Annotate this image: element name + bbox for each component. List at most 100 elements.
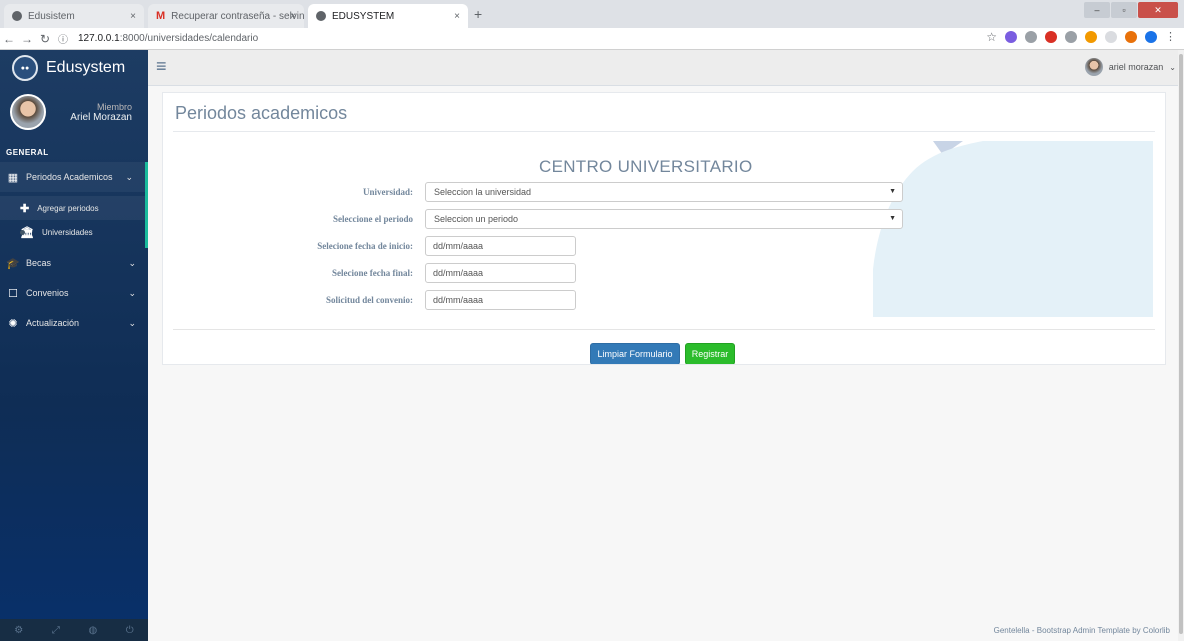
- sidebar-subitem-label: Universidades: [41, 227, 93, 237]
- tab-title: EDUSYSTEM: [332, 10, 395, 22]
- extension-icon[interactable]: [1025, 31, 1037, 43]
- caret-down-icon: ▼: [889, 188, 896, 195]
- graduation-cap-icon: 🎓: [6, 257, 20, 270]
- section-title: GENERAL: [6, 148, 49, 157]
- close-icon[interactable]: ×: [290, 11, 296, 22]
- sidebar-subitem-agregar[interactable]: ✚ Agregar periodos: [0, 196, 145, 220]
- browser-tab[interactable]: M Recuperar contraseña - selvinm ×: [148, 4, 304, 28]
- chevron-down-icon: ⌄: [1169, 62, 1176, 72]
- profile: Miembro Ariel Morazan: [0, 86, 148, 138]
- sidebar-item-periodos[interactable]: ▦ Periodos Academicos ⌄: [0, 162, 148, 192]
- sidebar-item-label: Becas: [26, 258, 52, 268]
- forward-icon[interactable]: →: [18, 32, 36, 46]
- chevron-down-icon: ⌄: [125, 171, 133, 182]
- menu-icon[interactable]: ⋮: [1165, 31, 1176, 43]
- register-button[interactable]: Registrar: [685, 343, 735, 364]
- reload-icon[interactable]: ↻: [36, 32, 54, 46]
- chevron-down-icon: ⌄: [128, 317, 136, 328]
- form-row-universidad: Universidad: Seleccion la universidad ▼: [163, 182, 923, 202]
- fecha-inicio-input[interactable]: dd/mm/aaaa: [425, 236, 576, 256]
- submenu: ✚ Agregar periodos 🏛 Universidades: [0, 192, 148, 248]
- main-panel: Periodos academicos CENTRO UNIVERSITARIO…: [162, 92, 1166, 365]
- extension-icon[interactable]: [1045, 31, 1057, 43]
- extension-icon[interactable]: [1085, 31, 1097, 43]
- divider: [173, 131, 1155, 132]
- extension-icon[interactable]: [1065, 31, 1077, 43]
- gear-icon[interactable]: ⚙: [14, 625, 23, 636]
- bullet-icon: [20, 229, 25, 235]
- logo-icon: ●●: [12, 55, 38, 81]
- sidebar-item-label: Convenios: [26, 288, 69, 298]
- url-path: :8000/universidades/calendario: [119, 33, 259, 44]
- field-label: Selecione fecha final:: [332, 268, 413, 278]
- plus-icon: ✚: [20, 202, 30, 215]
- browser-tab[interactable]: Edusistem ×: [4, 4, 144, 28]
- clear-form-button[interactable]: Limpiar Formulario: [590, 343, 680, 364]
- sidebar-item-actualizacion[interactable]: ✺ Actualización ⌄: [0, 308, 148, 338]
- fecha-final-input[interactable]: dd/mm/aaaa: [425, 263, 576, 283]
- brand-name: Edusystem: [46, 59, 126, 76]
- extension-icon[interactable]: [1125, 31, 1137, 43]
- form-row-periodo: Seleccione el periodo Seleccion un perio…: [163, 209, 923, 229]
- info-icon[interactable]: ⓘ: [54, 31, 72, 46]
- tab-title: Edusistem: [28, 10, 75, 22]
- scrollbar[interactable]: [1178, 50, 1184, 641]
- field-label: Universidad:: [362, 187, 413, 197]
- field-label: Solicitud del convenio:: [325, 295, 413, 305]
- sidebar-item-label: Actualización: [26, 318, 80, 328]
- sidebar-subitem-label: Agregar periodos: [37, 203, 99, 213]
- sidebar: ●● Edusystem Miembro Ariel Morazan GENER…: [0, 50, 148, 641]
- globe-icon: [316, 11, 326, 21]
- new-tab-icon[interactable]: +: [474, 6, 482, 22]
- extension-icon[interactable]: [1145, 31, 1157, 43]
- close-icon[interactable]: ×: [454, 11, 460, 22]
- form-row-convenio: Solicitud del convenio: dd/mm/aaaa: [163, 290, 923, 310]
- scrollbar-thumb[interactable]: [1179, 54, 1183, 634]
- select-value: Seleccion un periodo: [434, 214, 519, 224]
- minimize-icon[interactable]: –: [1084, 2, 1110, 18]
- spinner-icon: ✺: [8, 317, 18, 330]
- window-controls: – ▫ ✕: [1084, 2, 1178, 18]
- avatar: [1084, 58, 1103, 76]
- user-name: ariel morazan: [1108, 62, 1164, 72]
- eye-slash-icon[interactable]: ◍: [88, 625, 97, 636]
- caret-down-icon: ▼: [889, 215, 896, 222]
- url-field[interactable]: 127.0.0.1:8000/universidades/calendario: [78, 33, 258, 44]
- input-value: dd/mm/aaaa: [433, 241, 484, 251]
- user-menu[interactable]: ariel morazan ⌄: [1084, 58, 1176, 76]
- chevron-down-icon: ⌄: [128, 287, 136, 298]
- brand[interactable]: ●● Edusystem: [0, 50, 148, 86]
- extension-icon[interactable]: [1005, 31, 1017, 43]
- hamburger-icon[interactable]: ≡: [156, 56, 167, 77]
- page-title: Periodos academicos: [175, 103, 348, 123]
- select-value: Seleccion la universidad: [434, 187, 532, 197]
- form-row-final: Selecione fecha final: dd/mm/aaaa: [163, 263, 923, 283]
- browser-tab-active[interactable]: EDUSYSTEM ×: [308, 4, 468, 28]
- top-nav: ≡ ariel morazan ⌄: [148, 50, 1184, 86]
- maximize-icon[interactable]: ▫: [1111, 2, 1137, 18]
- solicitud-convenio-input[interactable]: dd/mm/aaaa: [425, 290, 576, 310]
- bookmark-icon: ☐: [8, 287, 18, 300]
- globe-icon: [12, 11, 22, 21]
- sidebar-subitem-universidades[interactable]: 🏛 Universidades: [0, 220, 145, 244]
- extension-icon[interactable]: [1105, 31, 1117, 43]
- input-value: dd/mm/aaaa: [433, 268, 484, 278]
- sidebar-item-becas[interactable]: 🎓 Becas ⌄: [0, 248, 148, 278]
- address-bar: ← → ↻ ⓘ 127.0.0.1:8000/universidades/cal…: [0, 28, 1184, 50]
- browser-tab-bar: Edusistem × M Recuperar contraseña - sel…: [0, 0, 1184, 28]
- close-icon[interactable]: ×: [130, 11, 136, 22]
- fullscreen-icon[interactable]: ⤢: [52, 625, 60, 636]
- profile-name: Ariel Morazan: [70, 111, 132, 123]
- periodo-select[interactable]: Seleccion un periodo ▼: [425, 209, 903, 229]
- star-icon[interactable]: ☆: [986, 31, 997, 43]
- sidebar-item-convenios[interactable]: ☐ Convenios ⌄: [0, 278, 148, 308]
- form-row-inicio: Selecione fecha de inicio: dd/mm/aaaa: [163, 236, 923, 256]
- back-icon[interactable]: ←: [0, 32, 18, 46]
- divider: [173, 329, 1155, 330]
- window-close-icon[interactable]: ✕: [1138, 2, 1178, 18]
- universidad-select[interactable]: Seleccion la universidad ▼: [425, 182, 903, 202]
- power-icon[interactable]: ⏻: [126, 625, 134, 636]
- form-heading: CENTRO UNIVERSITARIO: [539, 157, 753, 176]
- extensions: ☆ ⋮: [986, 31, 1176, 43]
- field-label: Selecione fecha de inicio:: [317, 241, 413, 251]
